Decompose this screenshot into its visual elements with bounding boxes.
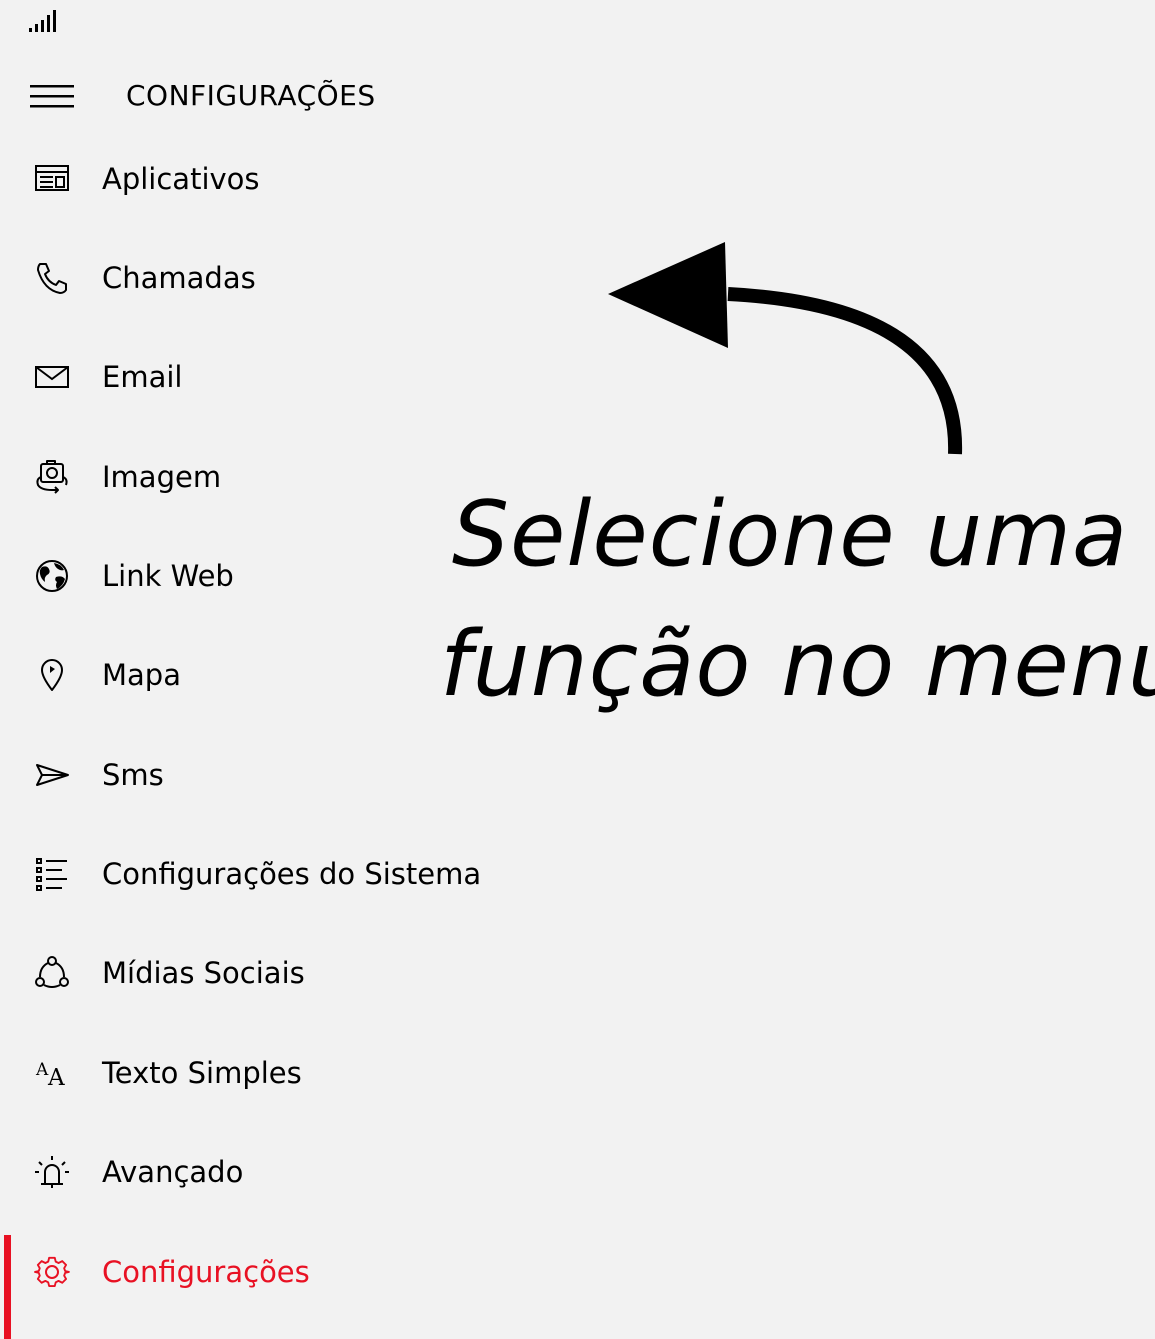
list-icon (34, 856, 70, 892)
annotation-line-2: função no menu (440, 612, 1155, 717)
menu-item-aplicativos[interactable]: Aplicativos (0, 144, 600, 214)
menu-item-label: Mapa (102, 658, 181, 692)
menu-item-label: Texto Simples (102, 1056, 302, 1090)
menu-item-label: Sms (102, 758, 164, 792)
svg-text:A: A (35, 1060, 49, 1080)
send-icon (34, 757, 70, 793)
mail-icon (34, 359, 70, 395)
menu-item-avancado[interactable]: Avançado (0, 1137, 600, 1207)
apps-icon (34, 161, 70, 197)
menu-item-configuracoes-do-sistema[interactable]: Configurações do Sistema (0, 839, 600, 909)
active-indicator (4, 1235, 11, 1339)
font-size-icon: A A (34, 1055, 70, 1091)
menu-item-label: Aplicativos (102, 162, 260, 196)
menu-item-label: Mídias Sociais (102, 956, 305, 990)
menu-item-label: Chamadas (102, 261, 256, 295)
page-title: CONFIGURAÇÕES (126, 79, 376, 112)
app-header: CONFIGURAÇÕES (0, 68, 600, 124)
annotation-arrow-icon (600, 236, 970, 460)
svg-text:A: A (47, 1065, 65, 1091)
social-icon (34, 955, 70, 991)
menu-item-label: Link Web (102, 559, 234, 593)
menu-item-email[interactable]: Email (0, 342, 600, 412)
menu-item-midias-sociais[interactable]: Mídias Sociais (0, 938, 600, 1008)
alarm-icon (34, 1154, 70, 1190)
menu-item-label: Email (102, 360, 183, 394)
menu-item-label: Configurações do Sistema (102, 857, 482, 891)
gear-icon (34, 1254, 70, 1290)
annotation-line-1: Selecione uma (451, 482, 1129, 587)
menu-item-texto-simples[interactable]: A A Texto Simples (0, 1038, 600, 1108)
signal-strength-icon (28, 10, 60, 34)
phone-icon (34, 260, 70, 296)
hamburger-menu-icon[interactable] (30, 82, 74, 112)
menu-item-configuracoes[interactable]: Configurações (0, 1235, 600, 1339)
menu-item-label: Imagem (102, 460, 222, 494)
menu-item-sms[interactable]: Sms (0, 740, 600, 810)
map-pin-icon (34, 657, 70, 693)
menu-item-chamadas[interactable]: Chamadas (0, 243, 600, 313)
globe-icon (34, 558, 70, 594)
instruction-annotation: Selecione uma função no menu (440, 470, 1155, 730)
menu-item-label: Avançado (102, 1155, 244, 1189)
image-icon (34, 459, 70, 495)
menu-item-label: Configurações (102, 1255, 310, 1289)
